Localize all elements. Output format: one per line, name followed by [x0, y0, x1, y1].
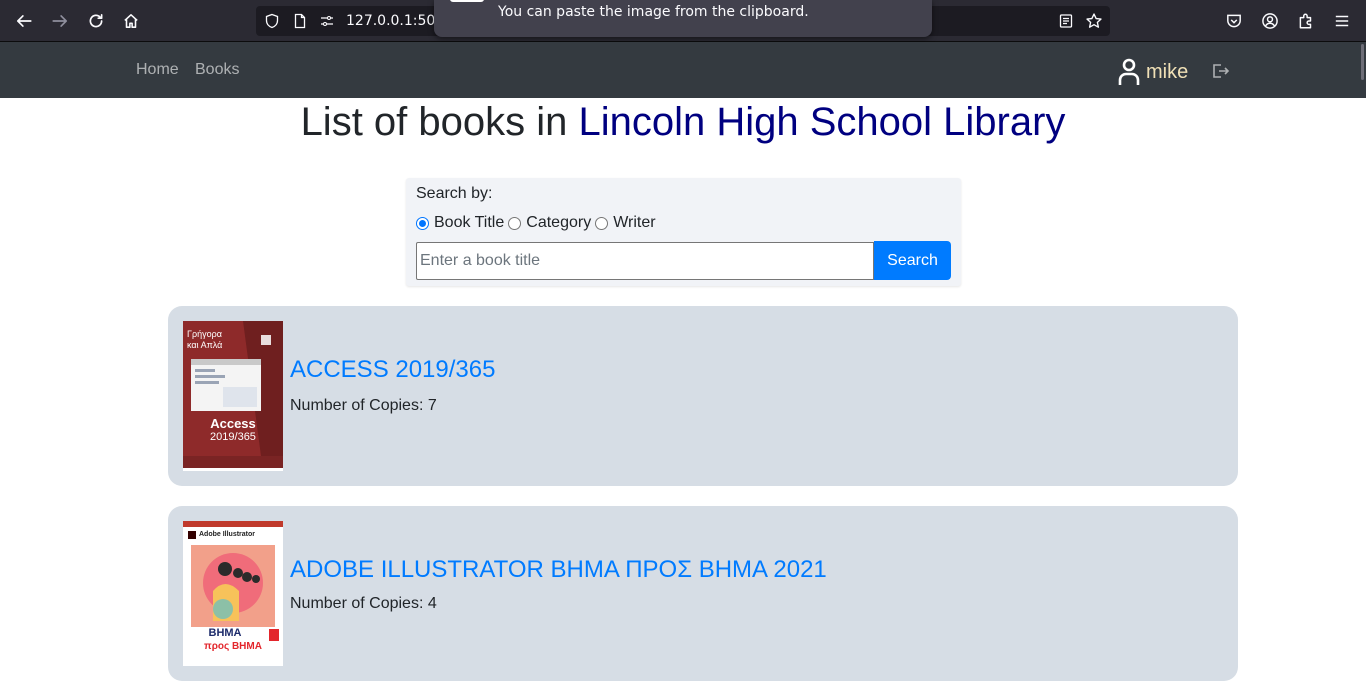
radio-label[interactable]: Writer	[613, 214, 655, 232]
puzzle-icon	[1299, 13, 1312, 29]
book-title-link[interactable]: ACCESS 2019/365	[290, 356, 495, 384]
radio-label[interactable]: Book Title	[434, 214, 504, 232]
search-type-group: Book Title Category Writer	[416, 214, 660, 232]
permissions-icon[interactable]	[319, 13, 335, 29]
arrow-left-icon	[16, 15, 32, 27]
radio-category[interactable]: Category	[508, 214, 591, 232]
account-icon	[1262, 13, 1278, 29]
pocket-icon	[1227, 14, 1241, 28]
book-card: Γρήγορα και Απλά Access 2019/365 ACCESS …	[168, 306, 1238, 486]
home-button[interactable]	[119, 9, 143, 33]
app-navbar: Home Books mike	[0, 42, 1366, 98]
forward-button[interactable]	[48, 9, 72, 33]
page-title: List of books in Lincoln High School Lib…	[0, 98, 1366, 146]
radio-label[interactable]: Category	[526, 214, 591, 232]
cover-product-name: ΒΗΜΑ	[208, 627, 242, 639]
shield-icon[interactable]	[264, 13, 280, 29]
home-icon	[124, 14, 138, 28]
back-button[interactable]	[12, 9, 36, 33]
popup-message: You can paste the image from the clipboa…	[498, 4, 809, 20]
book-copies: Number of Copies: 7	[290, 397, 437, 414]
reload-icon	[89, 13, 103, 28]
search-panel: Search by: Book Title Category Writer Se…	[406, 178, 961, 286]
page-icon[interactable]	[292, 13, 308, 29]
cover-top-text: Adobe Illustrator	[199, 531, 256, 538]
radio-writer[interactable]: Writer	[595, 214, 656, 232]
bookmark-star-icon[interactable]	[1085, 12, 1103, 30]
radio-button[interactable]	[416, 216, 429, 230]
user-icon	[1118, 58, 1140, 85]
book-card: Adobe Illustrator ΒΗΜΑ προς ΒΗΜΑ ADOBE I…	[168, 506, 1238, 681]
search-by-label: Search by:	[416, 185, 493, 202]
book-cover-image[interactable]: Γρήγορα και Απλά Access 2019/365	[183, 321, 283, 471]
user-profile-link[interactable]: mike	[1118, 58, 1188, 86]
radio-book-title[interactable]: Book Title	[416, 214, 504, 232]
reload-button[interactable]	[84, 9, 108, 33]
url-text[interactable]: 127.0.0.1:500	[346, 13, 444, 29]
book-cover-image[interactable]: Adobe Illustrator ΒΗΜΑ προς ΒΗΜΑ	[183, 521, 283, 666]
nav-link-home[interactable]: Home	[136, 61, 179, 79]
arrow-right-icon	[52, 15, 68, 27]
cover-version: προς ΒΗΜΑ	[204, 641, 262, 652]
reader-view-icon[interactable]	[1058, 13, 1074, 29]
page-title-prefix: List of books in	[300, 100, 579, 144]
book-copies: Number of Copies: 4	[290, 595, 437, 612]
cover-product-name: Access	[210, 416, 256, 431]
extensions-button[interactable]	[1294, 9, 1318, 33]
book-title-link[interactable]: ADOBE ILLUSTRATOR ΒΗΜΑ ΠΡΟΣ ΒΗΜΑ 2021	[290, 556, 827, 584]
nav-link-books[interactable]: Books	[195, 61, 239, 79]
search-button[interactable]: Search	[874, 241, 951, 280]
account-button[interactable]	[1258, 9, 1282, 33]
cover-version: 2019/365	[210, 431, 256, 443]
username[interactable]: mike	[1146, 61, 1188, 84]
radio-button[interactable]	[508, 216, 522, 230]
hamburger-menu-icon	[1335, 15, 1349, 27]
pocket-button[interactable]	[1222, 9, 1246, 33]
clipboard-popup: You can paste the image from the clipboa…	[434, 0, 932, 37]
library-name: Lincoln High School Library	[578, 100, 1066, 144]
menu-button[interactable]	[1330, 9, 1354, 33]
scrollbar-thumb[interactable]	[1361, 44, 1364, 80]
search-input[interactable]	[416, 242, 874, 280]
radio-button[interactable]	[595, 216, 609, 230]
logout-icon[interactable]	[1212, 63, 1230, 79]
browser-toolbar: 127.0.0.1:500 You can paste the image fr…	[0, 0, 1366, 42]
clipboard-image-thumbnail	[450, 0, 484, 2]
cover-top-text: Γρήγορα και Απλά	[187, 329, 223, 350]
